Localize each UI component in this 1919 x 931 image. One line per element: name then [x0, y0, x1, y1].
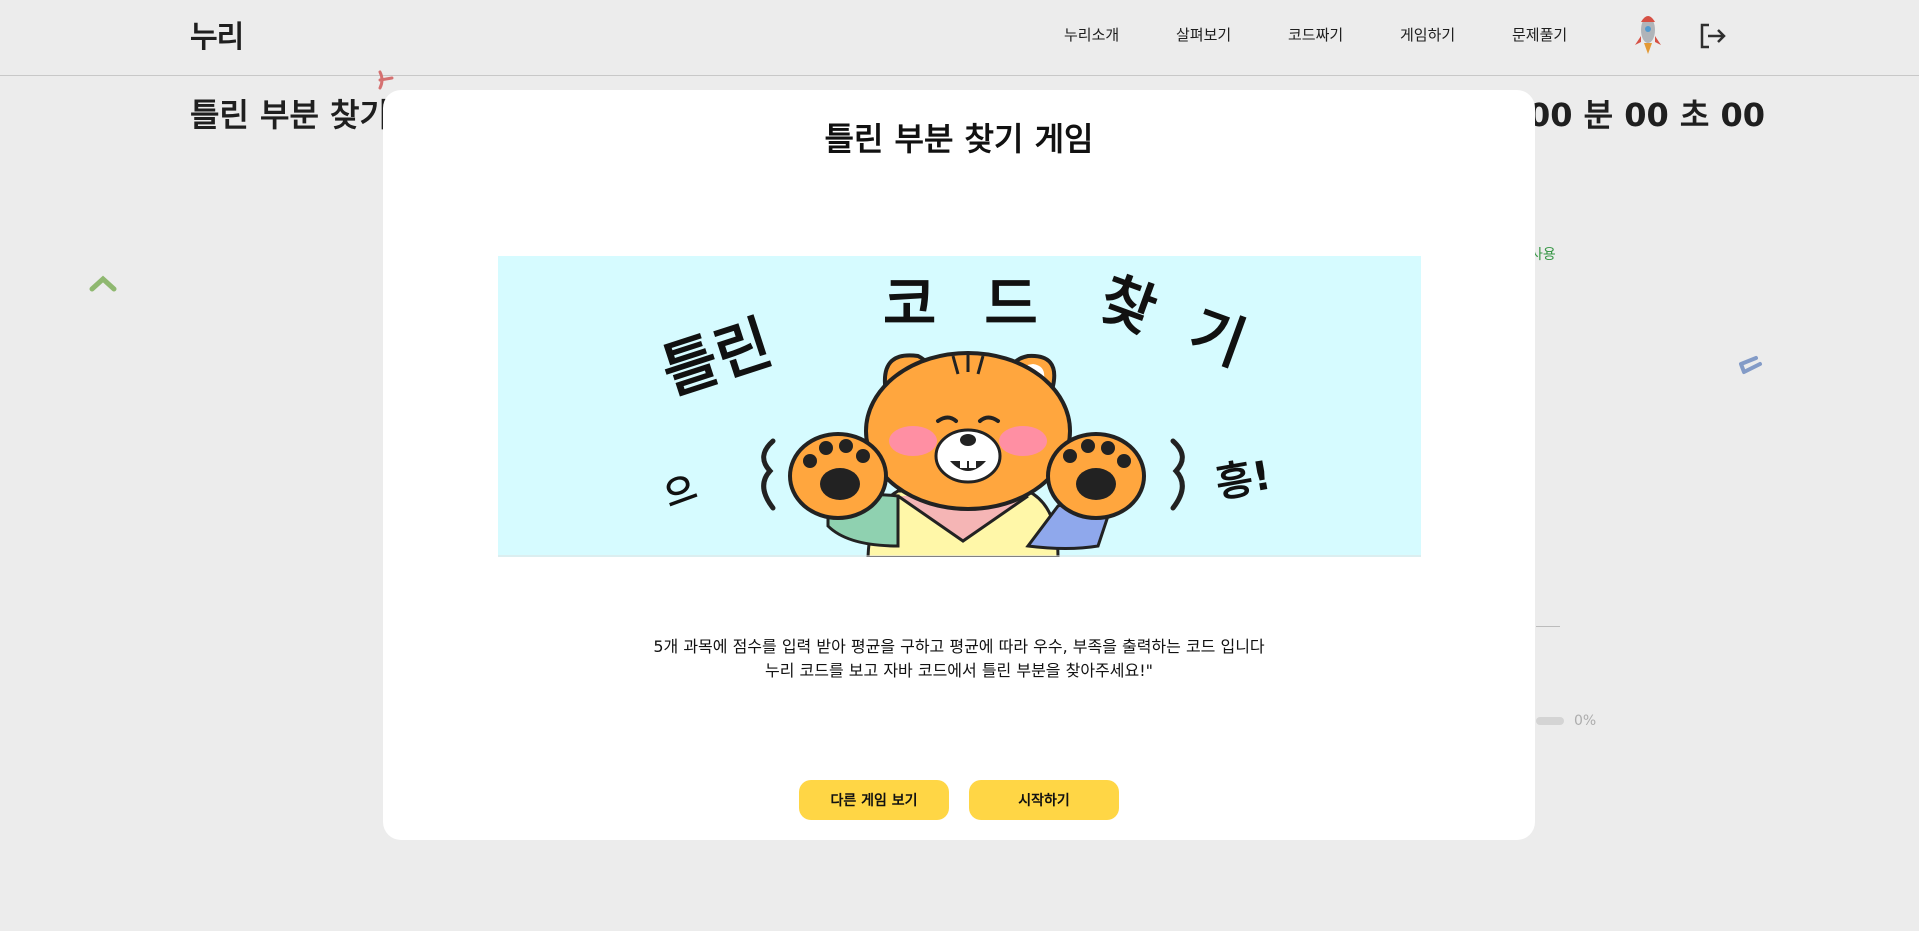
banner-word-code: 코드 [883, 270, 1086, 338]
game-description: 5개 과목에 점수를 입력 받아 평균을 구하고 평균에 따라 우수, 부족을 … [383, 635, 1535, 683]
game-banner-image: 틀린 코드 찾기 으 흥! [498, 256, 1421, 557]
banner-exclaim-left: 으 [659, 468, 702, 516]
banner-word-find: 찾기 [1091, 264, 1293, 393]
tiger-character-icon [788, 351, 1146, 557]
other-games-button[interactable]: 다른 게임 보기 [799, 780, 949, 820]
game-intro-modal: 틀린 부분 찾기 게임 틀린 코드 찾기 으 흥! 5개 과목에 점수를 입력 … [383, 90, 1535, 840]
description-line-1: 5개 과목에 점수를 입력 받아 평균을 구하고 평균에 따라 우수, 부족을 … [653, 637, 1265, 656]
description-line-2: 누리 코드를 보고 자바 코드에서 틀린 부분을 찾아주세요!" [765, 661, 1153, 680]
banner-exclaim-right: 흥! [1212, 453, 1274, 508]
start-game-button[interactable]: 시작하기 [969, 780, 1119, 820]
banner-word-wrong: 틀린 [654, 308, 781, 409]
modal-title: 틀린 부분 찾기 게임 [824, 120, 1094, 158]
